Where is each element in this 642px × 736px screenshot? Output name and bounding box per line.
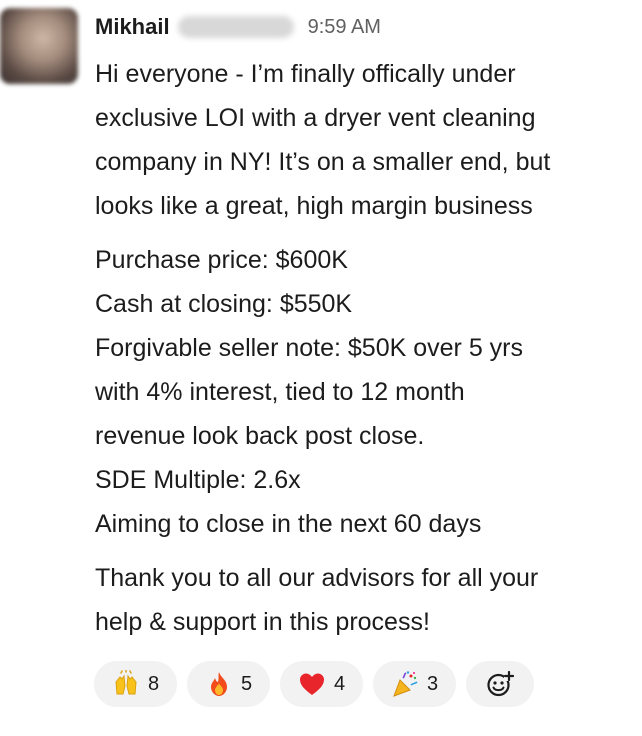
message-line: company in NY! It’s on a smaller end, bu… bbox=[95, 148, 551, 176]
message-line: SDE Multiple: 2.6x bbox=[95, 466, 301, 494]
reaction-party-popper[interactable]: 3 bbox=[373, 661, 456, 707]
message-line: Purchase price: $600K bbox=[95, 246, 348, 274]
message-line: Aiming to close in the next 60 days bbox=[95, 510, 482, 538]
reactions-bar: 8 5 4 3 bbox=[94, 661, 534, 707]
reaction-count: 3 bbox=[426, 672, 439, 695]
red-heart-icon bbox=[298, 670, 326, 698]
message-line: with 4% interest, tied to 12 month bbox=[95, 378, 465, 406]
reaction-raised-hands[interactable]: 8 bbox=[94, 661, 177, 707]
message-line: exclusive LOI with a dryer vent cleaning bbox=[95, 104, 536, 132]
message-line: help & support in this process! bbox=[95, 608, 430, 636]
fire-icon bbox=[205, 670, 233, 698]
raised-hands-icon bbox=[112, 670, 140, 698]
message-header: Mikhail 9:59 AM bbox=[95, 11, 381, 43]
redacted-last-name bbox=[177, 16, 294, 38]
message-paragraph: Purchase price: $600K Cash at closing: $… bbox=[95, 238, 635, 546]
add-reaction-icon bbox=[486, 670, 514, 698]
message-paragraph: Hi everyone - I’m finally offically unde… bbox=[95, 52, 635, 228]
reaction-fire[interactable]: 5 bbox=[187, 661, 270, 707]
message-line: Forgivable seller note: $50K over 5 yrs bbox=[95, 334, 523, 362]
message-line: Thank you to all our advisors for all yo… bbox=[95, 564, 539, 592]
author-name[interactable]: Mikhail bbox=[95, 14, 170, 40]
message-line: looks like a great, high margin business bbox=[95, 192, 533, 220]
message: Mikhail 9:59 AM Hi everyone - I’m finall… bbox=[0, 0, 642, 736]
message-paragraph: Thank you to all our advisors for all yo… bbox=[95, 556, 635, 644]
party-popper-icon bbox=[391, 670, 419, 698]
message-line: revenue look back post close. bbox=[95, 422, 425, 450]
reaction-count: 8 bbox=[147, 672, 160, 695]
reaction-count: 5 bbox=[240, 672, 253, 695]
message-line: Cash at closing: $550K bbox=[95, 290, 353, 318]
reaction-heart[interactable]: 4 bbox=[280, 661, 363, 707]
avatar[interactable] bbox=[0, 8, 78, 84]
message-timestamp[interactable]: 9:59 AM bbox=[308, 16, 381, 39]
message-line: Hi everyone - I’m finally offically unde… bbox=[95, 60, 516, 88]
add-reaction-button[interactable] bbox=[466, 661, 534, 707]
message-body: Hi everyone - I’m finally offically unde… bbox=[95, 52, 635, 644]
reaction-count: 4 bbox=[333, 672, 346, 695]
